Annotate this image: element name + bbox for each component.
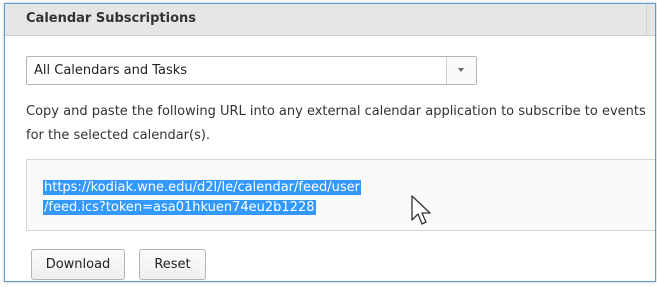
reset-button[interactable]: Reset	[139, 249, 206, 280]
panel-title: Calendar Subscriptions	[26, 11, 196, 26]
calendar-subscriptions-panel: Calendar Subscriptions All Calendars and…	[4, 3, 656, 282]
feed-url-text[interactable]: https://kodiak.wne.edu/d2l/le/calendar/f…	[43, 178, 361, 218]
feed-url-line-2: /feed.ics?token=asa01hkuen74eu2b1228	[43, 200, 316, 215]
header-divider	[646, 4, 647, 36]
select-dropdown-button[interactable]	[446, 57, 476, 84]
feed-url-line-1: https://kodiak.wne.edu/d2l/le/calendar/f…	[43, 180, 361, 195]
download-button[interactable]: Download	[31, 249, 125, 280]
subscription-instructions: Copy and paste the following URL into an…	[26, 104, 646, 143]
chevron-down-icon	[458, 68, 464, 72]
calendar-select-value: All Calendars and Tasks	[34, 63, 188, 78]
feed-url-box[interactable]: https://kodiak.wne.edu/d2l/le/calendar/f…	[26, 159, 655, 231]
panel-header: Calendar Subscriptions	[5, 4, 655, 36]
mouse-pointer-icon	[411, 195, 431, 225]
calendar-select[interactable]: All Calendars and Tasks	[26, 56, 477, 85]
